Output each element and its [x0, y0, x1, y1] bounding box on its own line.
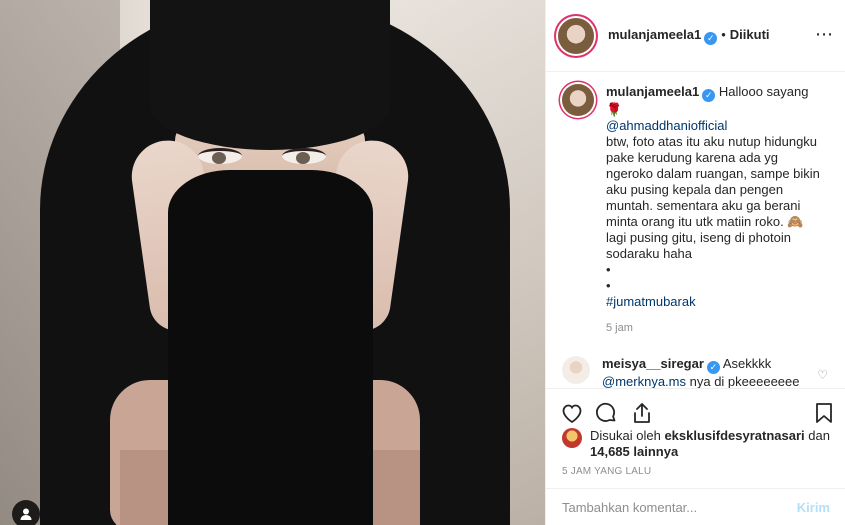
caption-timestamp[interactable]: 5 jam	[606, 320, 824, 336]
instagram-post: mulanjameela1 ✓ • Diikuti ⋯ mulanjameela1 ✓ …	[0, 0, 845, 525]
post-timestamp[interactable]: 5 JAM YANG LALU	[562, 466, 651, 477]
header-separator: •	[721, 26, 726, 42]
follow-status-button[interactable]: Diikuti	[730, 27, 770, 42]
caption-username[interactable]: mulanjameela1	[606, 84, 699, 99]
like-comment-heart-icon[interactable]: ♡	[817, 368, 828, 382]
post-photo[interactable]	[0, 0, 545, 525]
comment-input[interactable]	[562, 499, 797, 515]
caption-body: mulanjameela1 ✓ Hallooo sayang 🌹 @ahmaddh…	[606, 84, 824, 336]
person-tag-icon[interactable]	[12, 500, 40, 525]
liker-username[interactable]: eksklusifdesyratnasari	[664, 428, 804, 443]
likes-prefix: Disukai oleh	[590, 428, 661, 443]
comment-text-2: nya di pkeeeeeeee	[689, 374, 800, 388]
share-icon[interactable]	[630, 401, 654, 425]
commenter-username[interactable]: meisya__siregar	[602, 356, 704, 371]
post-comment-button[interactable]: Kirim	[797, 500, 830, 515]
like-heart-icon[interactable]	[560, 401, 584, 425]
liker-avatar[interactable]	[562, 428, 582, 448]
verified-badge-icon: ✓	[702, 89, 716, 102]
comment-item: meisya__siregar ✓ Asekkkk @merknya.ms nya…	[562, 356, 830, 388]
commenter-avatar[interactable]	[562, 356, 590, 384]
left-eye	[198, 148, 242, 164]
caption-text: btw, foto atas itu aku nutup hidungku pa…	[606, 134, 820, 261]
comments-section: mulanjameela1 ✓ Hallooo sayang 🌹 @ahmaddh…	[546, 72, 845, 388]
comment-text: Asekkkk	[722, 356, 772, 371]
post-header: mulanjameela1 ✓ • Diikuti ⋯	[546, 0, 845, 72]
comment-body: meisya__siregar ✓ Asekkkk @merknya.ms nya…	[602, 356, 820, 388]
author-avatar[interactable]	[558, 17, 594, 54]
likes-text: Disukai oleh eksklusifdesyratnasari dan …	[590, 428, 830, 460]
hijab-top	[150, 0, 390, 150]
caption-bullet: •	[606, 262, 611, 277]
verified-badge-icon: ✓	[706, 361, 720, 374]
likes-count-link[interactable]: 14,685 lainnya	[590, 444, 678, 459]
hashtag-link[interactable]: #jumatmubarak	[606, 294, 696, 309]
likes-connector: dan	[808, 428, 830, 443]
caption-avatar[interactable]	[562, 84, 594, 116]
caption: mulanjameela1 ✓ Hallooo sayang 🌹 @ahmaddh…	[562, 84, 830, 336]
likes-summary: Disukai oleh eksklusifdesyratnasari dan …	[562, 428, 832, 460]
right-eye	[282, 148, 326, 164]
verified-badge-icon: ✓	[704, 31, 718, 45]
header-text: mulanjameela1 ✓ • Diikuti	[608, 27, 770, 45]
caption-bullet: •	[606, 278, 611, 293]
post-side-panel: mulanjameela1 ✓ • Diikuti ⋯ mulanjameela1 ✓ …	[545, 0, 845, 525]
veil	[168, 170, 373, 525]
add-comment-bar: Kirim	[546, 488, 845, 525]
comment-mention-link[interactable]: @merknya.ms	[602, 374, 686, 388]
comment-bubble-icon[interactable]	[594, 401, 618, 425]
more-options-icon[interactable]: ⋯	[815, 24, 834, 44]
caption-mention-link[interactable]: @ahmaddhaniofficial	[606, 118, 727, 133]
save-bookmark-icon[interactable]	[812, 401, 836, 425]
author-username[interactable]: mulanjameela1	[608, 27, 701, 42]
